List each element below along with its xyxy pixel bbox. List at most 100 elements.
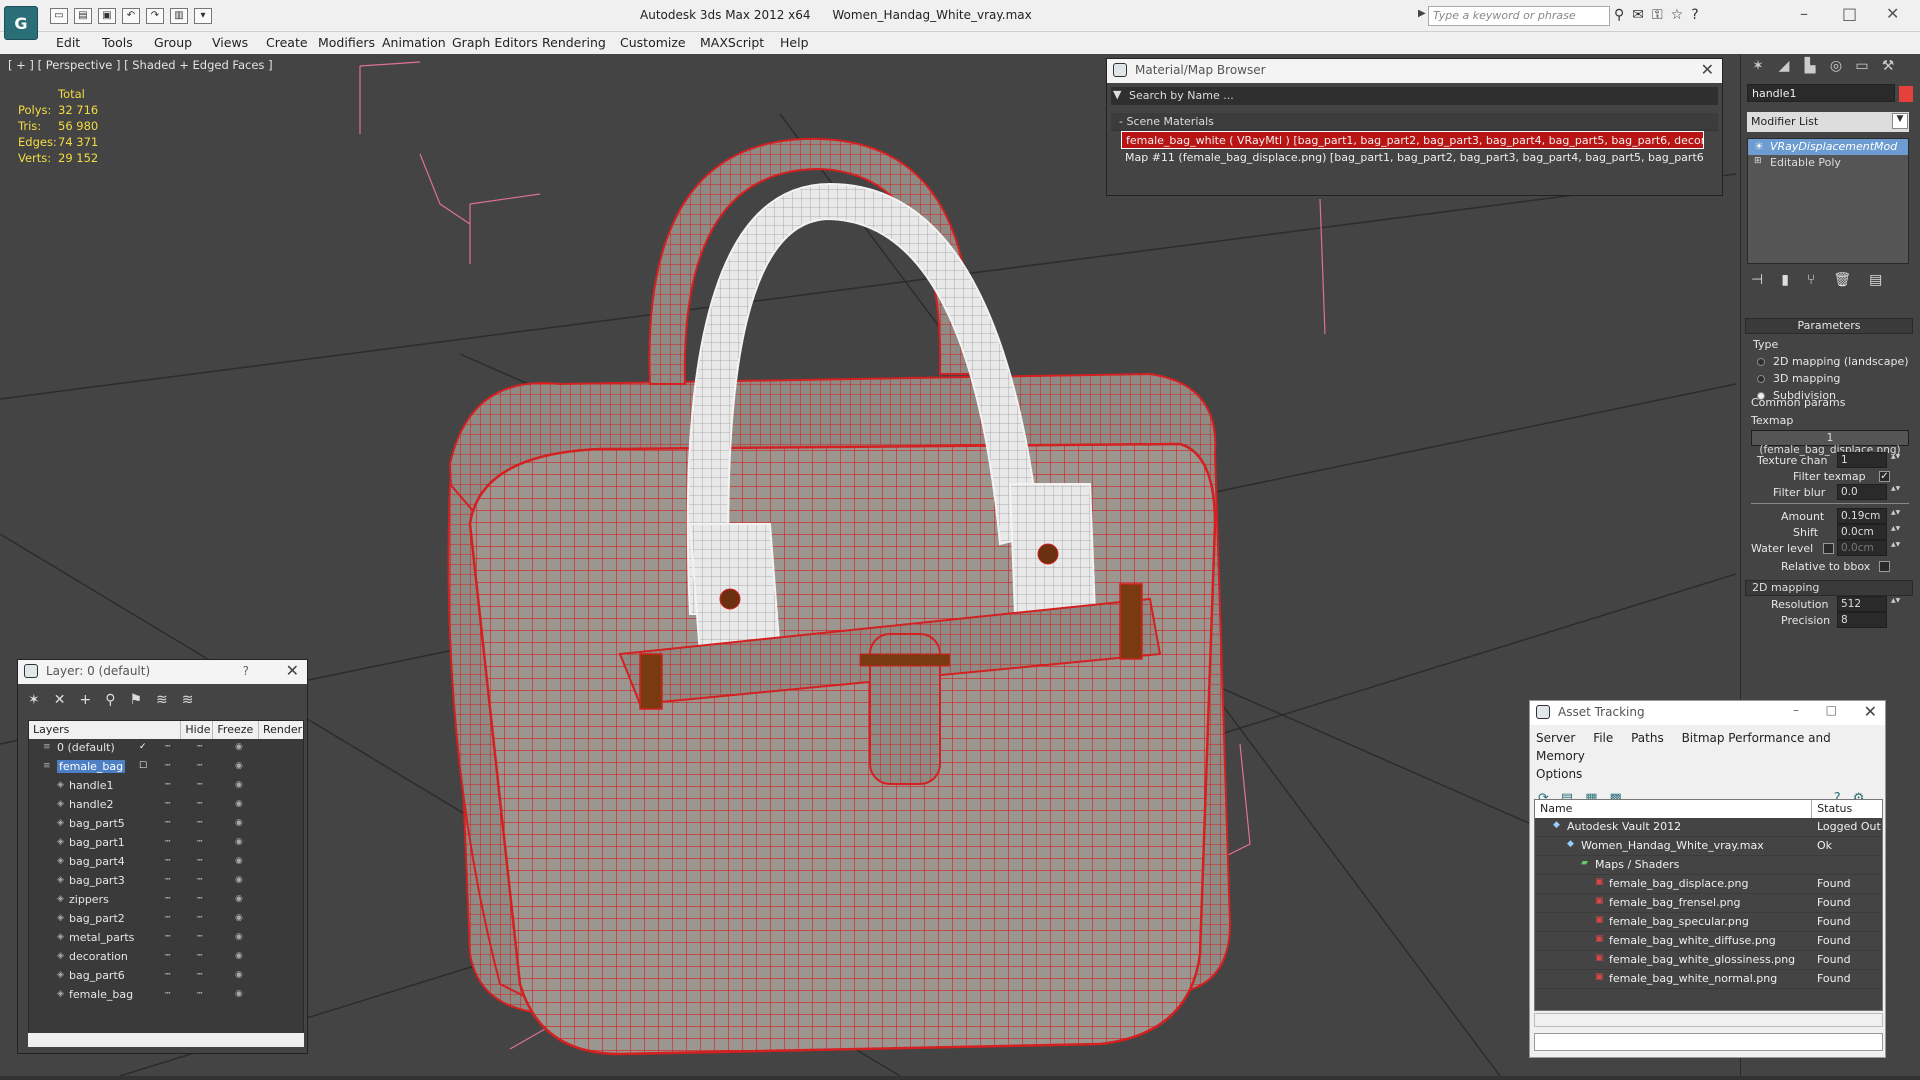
shift-field[interactable]: 0.0cm (1837, 524, 1887, 540)
scene-materials-section[interactable]: - Scene Materials (1111, 113, 1718, 131)
remove-modifier-icon[interactable]: 🗑 (1833, 272, 1851, 288)
highlight-layer-icon[interactable]: ⚑ (129, 692, 142, 708)
spinner-icon[interactable]: ▲▼ (1891, 453, 1900, 467)
keyword-search-input[interactable]: Type a keyword or phrase (1428, 6, 1610, 26)
close-icon[interactable]: ✕ (286, 661, 299, 680)
application-menu-button[interactable]: G (4, 6, 38, 40)
spinner-icon[interactable]: ▲▼ (1891, 485, 1900, 499)
delete-layer-icon[interactable]: ✕ (54, 692, 66, 708)
menu-server[interactable]: Server (1536, 731, 1575, 745)
layer-row[interactable]: ◈ female_bag ┅ ┅ ◉ (29, 986, 303, 1005)
spinner-icon[interactable]: ▲▼ (1891, 509, 1900, 523)
hide-toggle-icon[interactable]: ┅ (165, 837, 170, 847)
menu-graph-editors[interactable]: Graph Editors (452, 35, 538, 50)
freeze-toggle-icon[interactable]: ┅ (197, 780, 202, 790)
texmap-button[interactable]: 1 (female_bag_displace.png) (1751, 430, 1909, 456)
spinner-icon[interactable]: ▲▼ (1891, 525, 1900, 539)
asset-row[interactable]: ▣ female_bag_white_normal.png Found (1535, 970, 1882, 989)
select-objects-icon[interactable]: ⚲ (105, 692, 115, 708)
freeze-toggle-icon[interactable]: ┅ (197, 837, 202, 847)
hide-toggle-icon[interactable]: ┅ (165, 780, 170, 790)
column-status[interactable]: Status (1812, 800, 1882, 818)
filter-texmap-checkbox[interactable]: ✓ (1879, 471, 1890, 482)
motion-tab-icon[interactable]: ◎ (1827, 58, 1845, 76)
binoculars-icon[interactable]: ⚲ (1614, 7, 1624, 23)
freeze-all-icon[interactable]: ≋ (182, 692, 194, 708)
minimize-window-icon[interactable]: – (1800, 4, 1808, 23)
stack-item-editable-poly[interactable]: ⊞ Editable Poly (1748, 155, 1908, 171)
render-toggle-icon[interactable]: ◉ (235, 894, 243, 904)
communication-icon[interactable]: ✉ (1632, 7, 1644, 23)
menu-bitmap-performance[interactable]: Bitmap Performance and Memory (1536, 731, 1831, 763)
column-name[interactable]: Name (1535, 800, 1813, 818)
hide-toggle-icon[interactable]: ┅ (165, 951, 170, 961)
close-icon[interactable]: ✕ (1701, 60, 1714, 79)
radio-3d-mapping[interactable]: 3D mapping (1757, 372, 1913, 385)
help-icon[interactable]: ? (1691, 7, 1698, 23)
redo-icon[interactable]: ↷ (146, 8, 164, 24)
qat-dropdown-icon[interactable]: ▾ (194, 8, 212, 24)
relative-to-bbox-checkbox[interactable] (1879, 561, 1890, 572)
layer-row[interactable]: ◈ handle1 ┅ ┅ ◉ (29, 777, 303, 796)
hierarchy-tab-icon[interactable]: ▙ (1801, 58, 1819, 76)
freeze-toggle-icon[interactable]: ┅ (197, 970, 202, 980)
hide-toggle-icon[interactable]: ┅ (165, 799, 170, 809)
create-tab-icon[interactable]: ✶ (1749, 58, 1767, 76)
utilities-tab-icon[interactable]: ⚒ (1879, 58, 1897, 76)
layer-row[interactable]: ◈ metal_parts ┅ ┅ ◉ (29, 929, 303, 948)
help-icon[interactable]: ? (243, 664, 249, 678)
render-toggle-icon[interactable]: ◉ (235, 780, 243, 790)
layer-row[interactable]: ≡ 0 (default) ┅ ┅ ◉ ✓ (29, 739, 303, 758)
hide-all-icon[interactable]: ≋ (156, 692, 168, 708)
hide-toggle-icon[interactable]: ┅ (165, 761, 170, 771)
render-toggle-icon[interactable]: ◉ (235, 875, 243, 885)
render-toggle-icon[interactable]: ◉ (235, 761, 243, 771)
mapping2d-section[interactable]: 2D mapping (1745, 580, 1913, 596)
spinner-icon[interactable]: ▲▼ (1891, 541, 1900, 555)
layer-row[interactable]: ≡ female_bag ┅ ┅ ◉ ☐ (29, 758, 303, 777)
parameters-header[interactable]: Parameters (1745, 318, 1913, 334)
column-render[interactable]: Render (259, 721, 303, 739)
menu-group[interactable]: Group (154, 35, 192, 50)
subscription-icon[interactable]: ⚿ (1652, 7, 1663, 23)
menu-customize[interactable]: Customize (620, 35, 686, 50)
show-end-result-icon[interactable]: ▮ (1781, 272, 1789, 288)
hide-toggle-icon[interactable]: ┅ (165, 856, 170, 866)
material-row[interactable]: Map #11 (female_bag_displace.png) [bag_p… (1121, 149, 1704, 167)
filter-dropdown-icon[interactable]: ▼ (1113, 88, 1121, 101)
freeze-toggle-icon[interactable]: ┅ (197, 932, 202, 942)
layer-row[interactable]: ◈ zippers ┅ ┅ ◉ (29, 891, 303, 910)
project-folder-icon[interactable]: ▥ (170, 8, 188, 24)
new-file-icon[interactable]: ▭ (50, 8, 68, 24)
asset-row[interactable]: ▣ female_bag_frensel.png Found (1535, 894, 1882, 913)
modify-tab-icon[interactable]: ◢ (1775, 58, 1793, 76)
hide-toggle-icon[interactable]: ┅ (165, 989, 170, 999)
hide-toggle-icon[interactable]: ┅ (165, 932, 170, 942)
asset-row[interactable]: ◆ Women_Handag_White_vray.max Ok (1535, 837, 1882, 856)
render-toggle-icon[interactable]: ◉ (235, 837, 243, 847)
freeze-toggle-icon[interactable]: ┅ (197, 856, 202, 866)
column-layers[interactable]: Layers (29, 721, 182, 739)
column-freeze[interactable]: Freeze (213, 721, 259, 739)
asset-row[interactable]: ▣ female_bag_white_diffuse.png Found (1535, 932, 1882, 951)
menu-edit[interactable]: Edit (56, 35, 80, 50)
asset-row[interactable]: ▰ Maps / Shaders (1535, 856, 1882, 875)
search-expand-icon[interactable]: ▶ (1418, 8, 1426, 19)
layer-row[interactable]: ◈ bag_part6 ┅ ┅ ◉ (29, 967, 303, 986)
layer-row[interactable]: ◈ bag_part1 ┅ ┅ ◉ (29, 834, 303, 853)
render-toggle-icon[interactable]: ◉ (235, 799, 243, 809)
lightbulb-icon[interactable]: ☀ (1754, 140, 1764, 153)
layer-row[interactable]: ◈ bag_part3 ┅ ┅ ◉ (29, 872, 303, 891)
horizontal-scrollbar[interactable] (28, 1033, 304, 1047)
close-window-icon[interactable]: ✕ (1886, 4, 1899, 23)
hide-toggle-icon[interactable]: ┅ (165, 913, 170, 923)
layer-row[interactable]: ◈ handle2 ┅ ┅ ◉ (29, 796, 303, 815)
layer-row[interactable]: ◈ bag_part2 ┅ ┅ ◉ (29, 910, 303, 929)
render-toggle-icon[interactable]: ◉ (235, 932, 243, 942)
freeze-toggle-icon[interactable]: ┅ (197, 761, 202, 771)
horizontal-scrollbar[interactable] (1534, 1013, 1883, 1027)
maximize-window-icon[interactable]: □ (1842, 4, 1857, 23)
hide-toggle-icon[interactable]: ┅ (165, 875, 170, 885)
amount-field[interactable]: 0.19cm (1837, 508, 1887, 524)
make-unique-icon[interactable]: ⑂ (1807, 272, 1815, 288)
